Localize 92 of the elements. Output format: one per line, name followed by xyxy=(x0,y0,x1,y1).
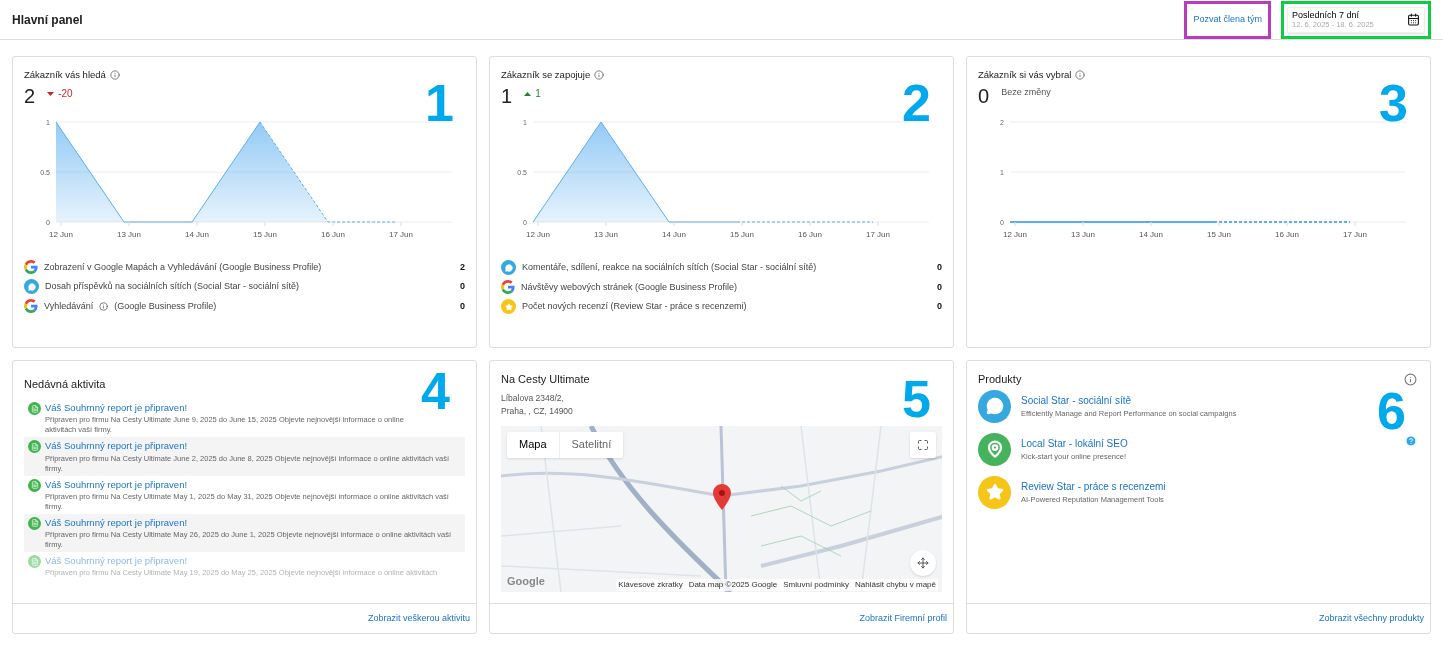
address-line: Praha, , CZ, 14900 xyxy=(501,404,574,418)
activity-title: Váš Souhrnný report je připraven! xyxy=(45,439,189,454)
four-arrows-icon xyxy=(917,556,929,569)
product-link[interactable]: Review Star - práce s recenzemi xyxy=(1021,478,1166,494)
annotation-number: 2 xyxy=(902,77,931,129)
footer-link[interactable]: Zobrazit všechny produkty xyxy=(1318,611,1424,626)
axis-tick-label: 16 Jun xyxy=(1275,230,1299,240)
info-icon xyxy=(1075,70,1086,81)
fullscreen-button[interactable] xyxy=(910,431,936,458)
invite-link[interactable]: Pozvat člena tým xyxy=(1193,12,1262,27)
axis-tick-label: 14 Jun xyxy=(185,230,209,240)
axis-tick-label: 17 Jun xyxy=(1343,230,1367,240)
card-title: Zákazník se zapojuje xyxy=(501,68,591,82)
axis-tick-label: 16 Jun xyxy=(321,230,345,240)
chat-bubble-icon xyxy=(978,389,1011,423)
card-title: Produkty xyxy=(978,372,1022,387)
calendar-icon xyxy=(1407,13,1420,26)
annotation-number: 1 xyxy=(425,77,454,129)
annotation-number: 3 xyxy=(1379,77,1408,129)
map-pin-icon xyxy=(978,432,1011,466)
info-icon xyxy=(1404,372,1417,386)
page-title: Hlavní panel xyxy=(12,11,83,29)
change-value: Beze změny xyxy=(1001,86,1051,100)
document-icon xyxy=(28,402,41,415)
axis-tick-label: 15 Jun xyxy=(730,230,754,240)
metric-count: 2 xyxy=(460,260,465,274)
metric-label: Vyhledávání xyxy=(44,299,94,313)
metric-value: 1 xyxy=(501,84,513,109)
product-link[interactable]: Social Star - sociální sítě xyxy=(1021,392,1237,408)
google-g-icon xyxy=(501,280,515,295)
axis-tick-label: 12 Jun xyxy=(49,230,73,240)
axis-tick-label: 14 Jun xyxy=(662,230,686,240)
annotation-number: 6 xyxy=(1377,385,1406,437)
metric-count: 0 xyxy=(937,300,942,313)
metric-value: 0 xyxy=(978,84,990,109)
metric-label: Počet nových recenzí (Review Star - práce s recenzemi) xyxy=(522,300,747,313)
map-attribution-link[interactable]: Data map ©2025 Google xyxy=(688,578,778,591)
card-title: Zákazník vás hledá xyxy=(24,68,106,82)
change-value: -20 xyxy=(58,87,73,102)
axis-tick-label: 17 Jun xyxy=(389,230,413,240)
axis-tick-label: 16 Jun xyxy=(798,230,822,240)
metric-label: Komentáře, sdílení, reakce na sociálních sítích (Social Star - sociální sítě) xyxy=(522,261,817,274)
axis-tick-label: 12 Jun xyxy=(526,230,550,240)
fullscreen-icon xyxy=(917,438,929,451)
chat-bubble-icon xyxy=(501,260,516,276)
info-icon xyxy=(109,70,120,81)
activity-title: Váš Souhrnný report je připraven! xyxy=(45,554,189,568)
document-icon xyxy=(28,555,41,568)
product-link[interactable]: Local Star - lokální SEO xyxy=(1021,435,1128,451)
date-preset: Posledních 7 dní xyxy=(1292,9,1360,20)
map-type-tab[interactable]: Satelitní xyxy=(558,431,624,458)
axis-tick-label: 17 Jun xyxy=(866,230,890,240)
info-icon xyxy=(594,70,605,81)
axis-tick-label: 14 Jun xyxy=(1139,230,1163,240)
metric-count: 0 xyxy=(460,280,465,293)
axis-tick-label: 12 Jun xyxy=(1003,230,1027,240)
axis-tick-label: 13 Jun xyxy=(594,230,618,240)
axis-tick-label: 15 Jun xyxy=(253,230,277,240)
address-line: Líbalova 2348/2, xyxy=(501,391,565,405)
metric-count: 0 xyxy=(937,280,942,294)
activity-title: Váš Souhrnný report je připraven! xyxy=(45,401,189,415)
axis-tick-label: 13 Jun xyxy=(117,230,141,240)
axis-tick-label: 15 Jun xyxy=(1207,230,1231,240)
map-type-tab[interactable]: Mapa xyxy=(507,431,559,458)
map-logo: Google xyxy=(507,574,545,589)
card-title: Nedávná aktivita xyxy=(24,378,106,390)
map-attribution-link[interactable]: Klávesové zkratky xyxy=(618,578,683,591)
metric-label: Dosah příspěvků na sociálních sítích (Social Star - sociální sítě) xyxy=(45,280,300,293)
business-name: Na Cesty Ultimate xyxy=(501,372,591,387)
metric-label: Návštěvy webových stránek (Google Business Profile) xyxy=(521,280,738,294)
metric-count: 0 xyxy=(937,261,942,274)
activity-title: Váš Souhrnný report je připraven! xyxy=(45,477,189,492)
document-icon xyxy=(28,478,41,492)
metric-label-suffix: (Google Business Profile) xyxy=(114,299,217,313)
document-icon xyxy=(28,516,41,530)
activity-title: Váš Souhrnný report je připraven! xyxy=(45,515,189,530)
map-attribution-link[interactable]: Smluvní podmínky xyxy=(783,578,850,591)
map-pin-icon xyxy=(713,483,731,510)
metric-value: 2 xyxy=(24,84,36,109)
footer-link[interactable]: Zobrazit veškerou aktivitu xyxy=(367,611,470,626)
google-g-icon xyxy=(24,260,38,275)
metric-label: Zobrazení v Google Mapách a Vyhledávání (Google Business Profile) xyxy=(44,260,322,274)
axis-tick-label: 13 Jun xyxy=(1071,230,1095,240)
metric-count: 0 xyxy=(460,299,465,313)
document-icon xyxy=(28,440,41,454)
annotation-number: 5 xyxy=(902,373,931,425)
chat-bubble-icon xyxy=(24,279,39,295)
map-attribution-link[interactable]: Nahlásit chybu v mapě xyxy=(855,578,936,591)
footer-link[interactable]: Zobrazit Firemní profil xyxy=(859,611,947,626)
change-value: 1 xyxy=(535,87,541,102)
card-title: Zákazník si vás vybral xyxy=(978,68,1072,82)
google-g-icon xyxy=(24,299,38,314)
